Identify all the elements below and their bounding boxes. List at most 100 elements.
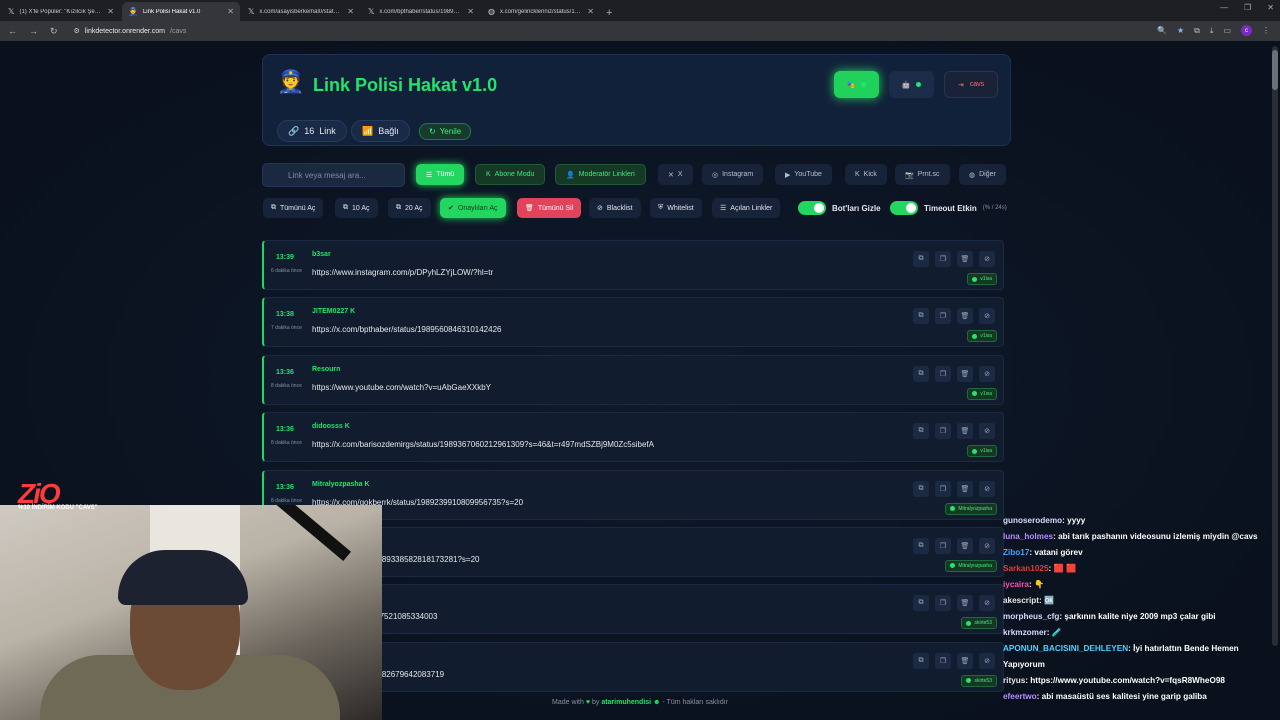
opened-links-button[interactable]: ☰ Açılan Linkler [712, 198, 781, 218]
link-user[interactable]: didoosss K [312, 423, 350, 430]
delete-icon[interactable]: 🗑 [957, 423, 973, 440]
url-field[interactable]: ⚙ linkdetector.onrender.com/cavs [70, 24, 1150, 38]
blacklist-button[interactable]: ⊘ Blacklist [589, 198, 641, 218]
open-link-icon[interactable]: ⧉ [913, 537, 929, 554]
close-icon[interactable]: ✕ [347, 7, 354, 16]
page-scrollbar-thumb[interactable] [1272, 50, 1278, 90]
filter-subscriber-mode[interactable]: K Abone Modu [475, 164, 546, 185]
profile-avatar[interactable]: c [1241, 25, 1252, 36]
site-info-icon[interactable]: ⚙ [74, 27, 80, 35]
chat-username[interactable]: luna_holmes [1003, 532, 1053, 541]
browser-tab[interactable]: ◍ x.com/gelinckleriniz/status/19... ✕ [482, 2, 600, 21]
link-user[interactable]: b3sar [312, 251, 331, 258]
open-link-icon[interactable]: ⧉ [913, 365, 929, 382]
filter-instagram[interactable]: ◎ Instagram [702, 164, 764, 185]
filter-all[interactable]: ☰ Tümü [416, 164, 465, 185]
ban-icon[interactable]: ⊘ [979, 308, 995, 325]
close-icon[interactable]: ✕ [467, 7, 474, 16]
chat-username[interactable]: efeertwo [1003, 692, 1037, 701]
reload-icon[interactable]: ↻ [50, 26, 58, 37]
ban-icon[interactable]: ⊘ [979, 595, 995, 612]
chat-username[interactable]: gunoserodemo [1003, 516, 1062, 525]
copy-icon[interactable]: ❐ [935, 537, 951, 554]
copy-icon[interactable]: ❐ [935, 480, 951, 497]
toggle-switch[interactable] [798, 201, 826, 215]
delete-all-button[interactable]: 🗑 Tümünü Sil [517, 198, 582, 218]
close-window-icon[interactable]: ✕ [1267, 3, 1274, 12]
ban-icon[interactable]: ⊘ [979, 537, 995, 554]
delete-icon[interactable]: 🗑 [957, 537, 973, 554]
link-user[interactable]: JITEM0227 K [312, 308, 355, 315]
chat-username[interactable]: Sarkan1025 [1003, 564, 1049, 573]
open-link-icon[interactable]: ⧉ [913, 480, 929, 497]
page-scrollbar-track[interactable] [1272, 46, 1278, 646]
search-input[interactable]: Link veya mesaj ara... [262, 163, 405, 187]
whitelist-button[interactable]: ⛨ Whitelist [650, 198, 702, 218]
new-tab-button[interactable]: + [606, 7, 612, 19]
copy-icon[interactable]: ❐ [935, 365, 951, 382]
chat-username[interactable]: APONUN_BACISINI_DEHLEYEN [1003, 644, 1128, 653]
chat-username[interactable]: morpheus_cfg [1003, 612, 1059, 621]
back-icon[interactable]: ← [8, 26, 17, 37]
delete-icon[interactable]: 🗑 [957, 251, 973, 267]
menu-icon[interactable]: ⋮ [1262, 26, 1270, 35]
link-row[interactable]: 13:36 8 dakika önce Resourn https://www.yo… [262, 354, 1004, 405]
close-icon[interactable]: ✕ [107, 7, 114, 16]
footer-author[interactable]: atarimuhendisi [601, 699, 651, 706]
forward-icon[interactable]: → [29, 26, 38, 37]
browser-tab-active[interactable]: 👮 Link Polisi Hakat v1.0 ✕ [122, 2, 240, 21]
extensions-icon[interactable]: ⧉ [1194, 26, 1200, 36]
browser-tab[interactable]: 𝕏 (1) X'te Popüler: "Kızılcık Şerbe... ✕ [2, 2, 120, 21]
maximize-icon[interactable]: ❐ [1244, 3, 1251, 12]
ban-icon[interactable]: ⊘ [979, 365, 995, 382]
minimize-icon[interactable]: — [1220, 3, 1228, 12]
browser-tab[interactable]: 𝕏x.com/asayisberkemal0/status/... ✕ [242, 2, 360, 21]
zoom-icon[interactable]: 🔍 [1157, 26, 1167, 35]
link-row[interactable]: 13:39 6 dakika önce b3sar https://www.inst… [262, 240, 1004, 290]
bot-account-button[interactable]: 🤖 [889, 71, 934, 98]
chat-username[interactable]: rityus [1003, 676, 1025, 685]
open-10-button[interactable]: ⧉ 10 Aç [335, 198, 378, 218]
hide-bots-toggle[interactable]: Bot'ları Gizle [798, 201, 881, 215]
delete-icon[interactable]: 🗑 [957, 308, 973, 325]
copy-icon[interactable]: ❐ [935, 251, 951, 267]
filter-prntsc[interactable]: 📷 Prnt.sc [895, 164, 950, 185]
open-link-icon[interactable]: ⧉ [913, 308, 929, 325]
copy-icon[interactable]: ❐ [935, 595, 951, 612]
ban-icon[interactable]: ⊘ [979, 652, 995, 669]
link-url[interactable]: https://www.instagram.com/p/DPyhLZYjLOW/… [312, 268, 493, 277]
filter-youtube[interactable]: ▶ YouTube [775, 164, 832, 185]
link-user[interactable]: Resourn [312, 366, 340, 373]
ban-icon[interactable]: ⊘ [979, 423, 995, 440]
link-row[interactable]: 13:36 8 dakika önce didoosss Khttps://x.co… [262, 412, 1004, 463]
browser-tab[interactable]: 𝕏x.com/bpthaber/status/198948... ✕ [362, 2, 480, 21]
ban-icon[interactable]: ⊘ [979, 251, 995, 267]
chat-username[interactable]: Zibo17 [1003, 548, 1029, 557]
link-url[interactable]: https://x.com/bpthaber/status/1989560846… [312, 325, 501, 334]
filter-x[interactable]: ✕ X [658, 164, 693, 185]
chat-username[interactable]: iycaira [1003, 580, 1029, 589]
open-link-icon[interactable]: ⧉ [913, 423, 929, 440]
refresh-button[interactable]: ↻ Yenile [419, 123, 472, 140]
close-icon[interactable]: ✕ [227, 7, 234, 16]
open-all-button[interactable]: ⧉ Tümünü Aç [263, 198, 324, 218]
copy-icon[interactable]: ❐ [935, 652, 951, 669]
timeout-toggle[interactable]: Timeout Etkin (% / 24s) [890, 201, 1007, 215]
open-link-icon[interactable]: ⧉ [913, 652, 929, 669]
copy-icon[interactable]: ❐ [935, 308, 951, 325]
chat-username[interactable]: krkmzomer [1003, 628, 1047, 637]
sidebar-icon[interactable]: ▭ [1223, 26, 1231, 35]
filter-kick[interactable]: K Kick [845, 164, 887, 185]
delete-icon[interactable]: 🗑 [957, 595, 973, 612]
close-icon[interactable]: ✕ [587, 7, 594, 16]
delete-icon[interactable]: 🗑 [957, 480, 973, 497]
open-link-icon[interactable]: ⧉ [913, 251, 929, 267]
link-url[interactable]: https://x.com/barisozdemirgs/status/1989… [312, 440, 654, 449]
filter-moderator-links[interactable]: 👤 Moderatör Linkleri [555, 164, 646, 185]
link-row[interactable]: 13:38 7 dakika önce JITEM0227 Khttps://x.c… [262, 297, 1004, 348]
delete-icon[interactable]: 🗑 [957, 652, 973, 669]
kick-account-button[interactable]: 🎭 [834, 71, 879, 98]
copy-icon[interactable]: ❐ [935, 423, 951, 440]
logout-button[interactable]: ⇥ cavs [944, 71, 998, 98]
open-20-button[interactable]: ⧉ 20 Aç [388, 198, 431, 218]
